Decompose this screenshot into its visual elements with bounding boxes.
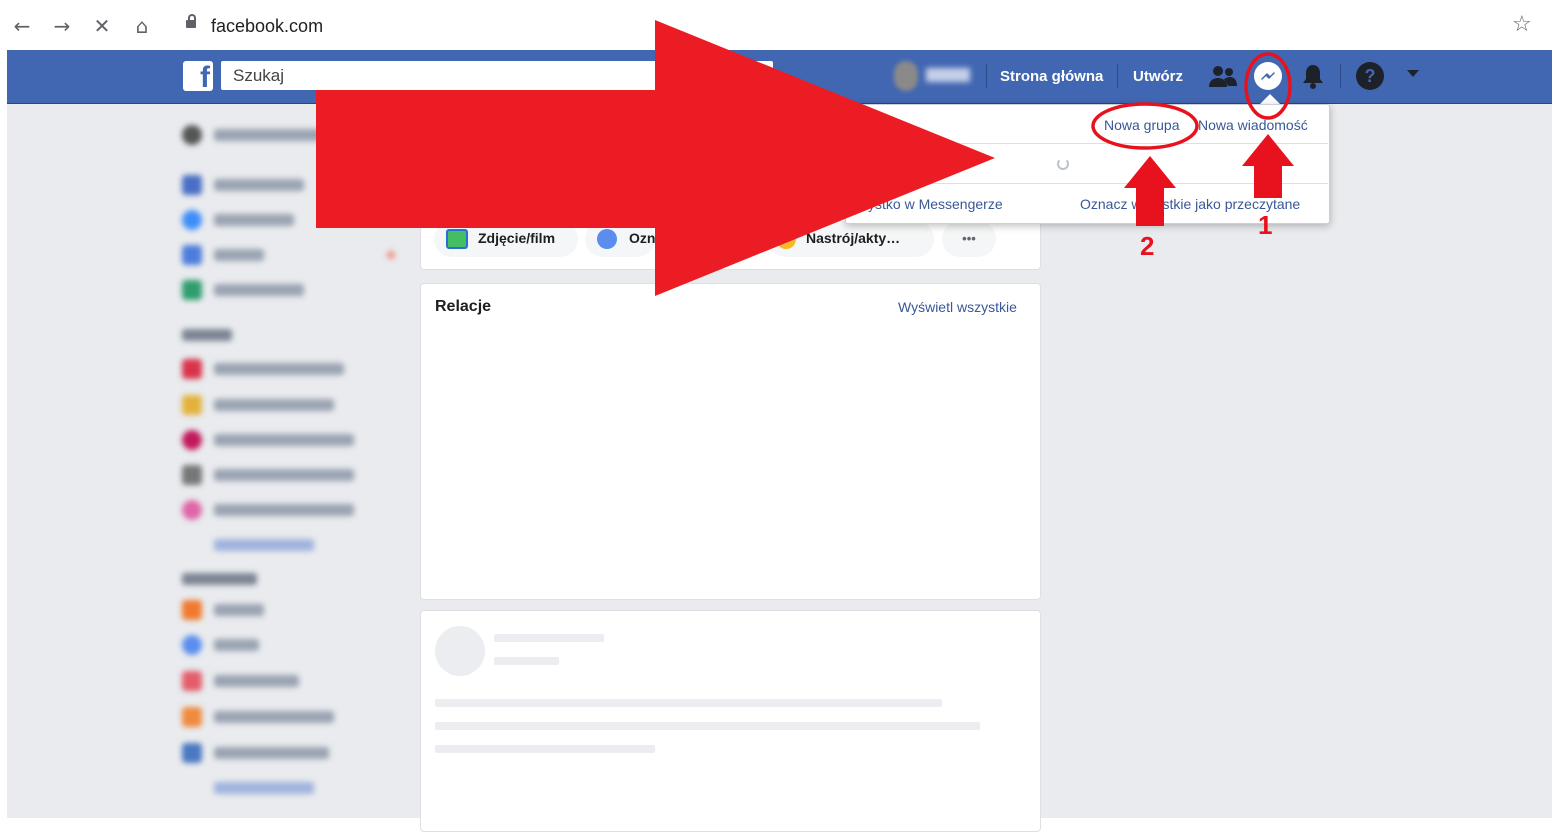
sidebar-item bbox=[182, 359, 202, 379]
friend-requests-icon[interactable] bbox=[1208, 63, 1238, 89]
help-icon[interactable]: ? bbox=[1356, 62, 1384, 90]
sidebar-item bbox=[182, 707, 202, 727]
header-divider bbox=[1117, 64, 1118, 88]
sidebar-item bbox=[182, 210, 202, 230]
sidebar-badge bbox=[387, 251, 395, 259]
sidebar-item bbox=[214, 469, 354, 481]
loading-spinner-icon bbox=[1057, 158, 1069, 170]
messenger-icon[interactable] bbox=[1254, 62, 1282, 90]
sidebar-item bbox=[182, 245, 202, 265]
sidebar-avatar bbox=[182, 125, 202, 145]
sidebar-item bbox=[214, 504, 354, 516]
photo-video-button[interactable]: Zdjęcie/film bbox=[434, 221, 578, 257]
skeleton-line bbox=[435, 745, 655, 753]
sidebar-item bbox=[214, 129, 324, 141]
dropdown-notch bbox=[1260, 94, 1280, 104]
new-message-link[interactable]: Nowa wiadomość bbox=[1198, 117, 1308, 133]
skeleton-line bbox=[494, 657, 559, 665]
header-divider bbox=[986, 64, 987, 88]
see-all-in-messenger-link[interactable]: ystko w Messengerze bbox=[868, 196, 1003, 212]
dropdown-divider bbox=[846, 183, 1328, 184]
create-link[interactable]: Utwórz bbox=[1133, 68, 1183, 85]
skeleton-line bbox=[494, 634, 604, 642]
tag-friends-icon bbox=[597, 229, 617, 249]
sidebar-item bbox=[182, 175, 202, 195]
avatar[interactable] bbox=[894, 61, 918, 91]
stories-title: Relacje bbox=[435, 298, 492, 315]
sidebar-item bbox=[214, 399, 334, 411]
sidebar-heading bbox=[182, 573, 257, 585]
loading-post-card bbox=[420, 610, 1041, 832]
more-options-button[interactable]: ••• bbox=[942, 221, 996, 257]
back-icon[interactable]: ← bbox=[8, 12, 36, 40]
home-link[interactable]: Strona główna bbox=[1000, 68, 1103, 85]
sidebar-item bbox=[214, 675, 299, 687]
sidebar-item bbox=[214, 639, 259, 651]
sidebar-item bbox=[214, 747, 329, 759]
skeleton-line bbox=[435, 722, 980, 730]
dropdown-divider bbox=[846, 143, 1328, 144]
home-icon[interactable]: ⌂ bbox=[128, 12, 156, 40]
left-sidebar bbox=[180, 115, 410, 815]
tag-friends-label: Ozn bbox=[629, 230, 656, 246]
sidebar-item bbox=[182, 500, 202, 520]
notifications-bell-icon[interactable] bbox=[1301, 63, 1325, 89]
bookmark-star-icon[interactable]: ☆ bbox=[1512, 12, 1532, 37]
step-1-label: 1 bbox=[1258, 210, 1273, 240]
sidebar-item bbox=[214, 179, 304, 191]
photo-icon bbox=[446, 229, 468, 249]
feeling-activity-button[interactable]: Nastrój/akty… bbox=[768, 221, 934, 257]
facebook-logo[interactable]: f bbox=[183, 61, 213, 91]
sidebar-item bbox=[214, 434, 354, 446]
sidebar-item bbox=[214, 363, 344, 375]
lock-icon bbox=[186, 14, 196, 28]
search-box[interactable] bbox=[221, 61, 773, 90]
new-group-link[interactable]: Nowa grupa bbox=[1104, 117, 1180, 133]
skeleton-line bbox=[435, 699, 942, 707]
sidebar-item bbox=[182, 743, 202, 763]
sidebar-item bbox=[214, 604, 264, 616]
sidebar-item bbox=[182, 395, 202, 415]
header-divider bbox=[1340, 64, 1341, 88]
step-2-label: 2 bbox=[1140, 231, 1155, 261]
stop-icon[interactable]: ✕ bbox=[88, 12, 116, 40]
sidebar-item bbox=[182, 635, 202, 655]
sidebar-item bbox=[182, 671, 202, 691]
sidebar-item bbox=[182, 280, 202, 300]
sidebar-see-more bbox=[214, 539, 314, 551]
tag-friends-button[interactable]: Ozn bbox=[585, 221, 655, 257]
feeling-icon bbox=[776, 229, 796, 249]
address-bar[interactable]: facebook.com bbox=[211, 16, 323, 37]
sidebar-item bbox=[182, 430, 202, 450]
stories-card bbox=[420, 283, 1041, 600]
sidebar-item bbox=[214, 711, 334, 723]
sidebar-item bbox=[182, 465, 202, 485]
sidebar-item bbox=[214, 284, 304, 296]
account-menu-caret-icon[interactable] bbox=[1407, 70, 1419, 77]
sidebar-item bbox=[182, 600, 202, 620]
sidebar-see-more bbox=[214, 782, 314, 794]
forward-icon[interactable]: → bbox=[48, 12, 76, 40]
feeling-label: Nastrój/akty… bbox=[806, 230, 901, 246]
skeleton-avatar bbox=[435, 626, 485, 676]
search-input[interactable] bbox=[231, 65, 635, 87]
profile-name[interactable] bbox=[926, 68, 970, 82]
photo-video-label: Zdjęcie/film bbox=[478, 230, 556, 246]
sidebar-item bbox=[214, 214, 294, 226]
stories-view-all-link[interactable]: Wyświetl wszystkie bbox=[898, 299, 1017, 315]
sidebar-heading bbox=[182, 329, 232, 341]
sidebar-item bbox=[214, 249, 264, 261]
